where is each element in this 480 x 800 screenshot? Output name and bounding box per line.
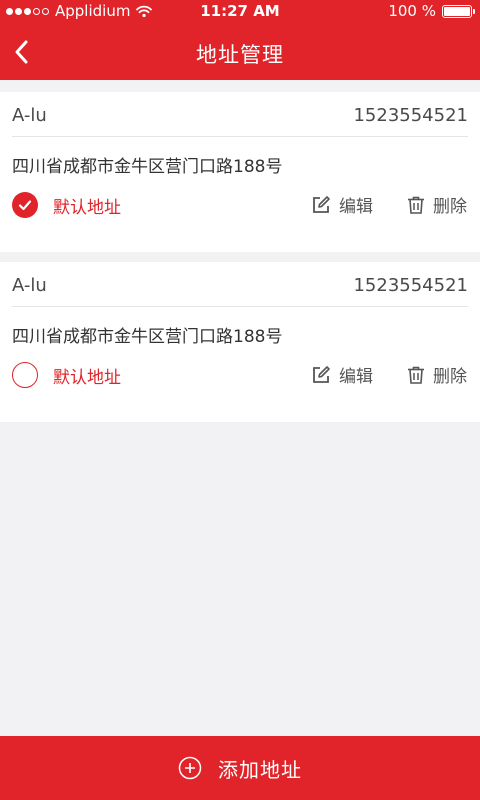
trash-icon xyxy=(408,196,424,214)
edit-label: 编辑 xyxy=(339,197,373,217)
card-actions: 默认地址 编辑 删除 xyxy=(12,362,468,392)
delete-button[interactable]: 删除 xyxy=(406,362,467,387)
edit-icon xyxy=(313,365,330,383)
edit-icon xyxy=(313,195,330,213)
edit-button[interactable]: 编辑 xyxy=(311,362,373,387)
add-address-button[interactable]: 添加地址 xyxy=(0,736,480,800)
contact-row: A-lu 1523554521 xyxy=(12,262,468,307)
nav-bar: 地址管理 xyxy=(0,24,480,80)
address-card: A-lu 1523554521 四川省成都市金牛区营门口路188号 默认地址 编… xyxy=(0,262,480,422)
address-text: 四川省成都市金牛区营门口路188号 xyxy=(12,157,283,177)
default-address-toggle[interactable]: 默认地址 xyxy=(12,192,121,218)
address-text: 四川省成都市金牛区营门口路188号 xyxy=(12,327,283,347)
battery-level-fill xyxy=(444,6,470,16)
page-title: 地址管理 xyxy=(196,43,284,67)
add-address-label: 添加地址 xyxy=(218,757,302,782)
status-bar: Applidium 11:27 AM 100 % xyxy=(0,0,480,24)
card-actions: 默认地址 编辑 删除 xyxy=(12,192,468,222)
edit-label: 编辑 xyxy=(339,367,373,387)
delete-label: 删除 xyxy=(433,367,467,387)
header: Applidium 11:27 AM 100 % 地址管理 xyxy=(0,0,480,80)
default-address-label: 默认地址 xyxy=(53,197,121,218)
default-address-toggle[interactable]: 默认地址 xyxy=(12,362,121,388)
contact-phone: 1523554521 xyxy=(353,275,468,296)
battery-percent: 100 % xyxy=(388,2,436,20)
contact-name: A-lu xyxy=(12,105,47,126)
address-card: A-lu 1523554521 四川省成都市金牛区营门口路188号 默认地址 编… xyxy=(0,92,480,252)
delete-button[interactable]: 删除 xyxy=(406,192,467,217)
battery-icon xyxy=(442,4,475,18)
edit-button[interactable]: 编辑 xyxy=(311,192,373,217)
contact-row: A-lu 1523554521 xyxy=(12,92,468,137)
plus-circle-icon xyxy=(178,756,202,780)
status-right: 100 % xyxy=(388,2,475,20)
trash-icon xyxy=(408,366,424,384)
address-management-screen: Applidium 11:27 AM 100 % 地址管理 A-lu 15235… xyxy=(0,0,480,800)
unchecked-radio-icon xyxy=(12,362,38,388)
delete-label: 删除 xyxy=(433,197,467,217)
default-address-label: 默认地址 xyxy=(53,367,121,388)
contact-name: A-lu xyxy=(12,275,47,296)
checked-radio-icon xyxy=(12,192,38,218)
contact-phone: 1523554521 xyxy=(353,105,468,126)
